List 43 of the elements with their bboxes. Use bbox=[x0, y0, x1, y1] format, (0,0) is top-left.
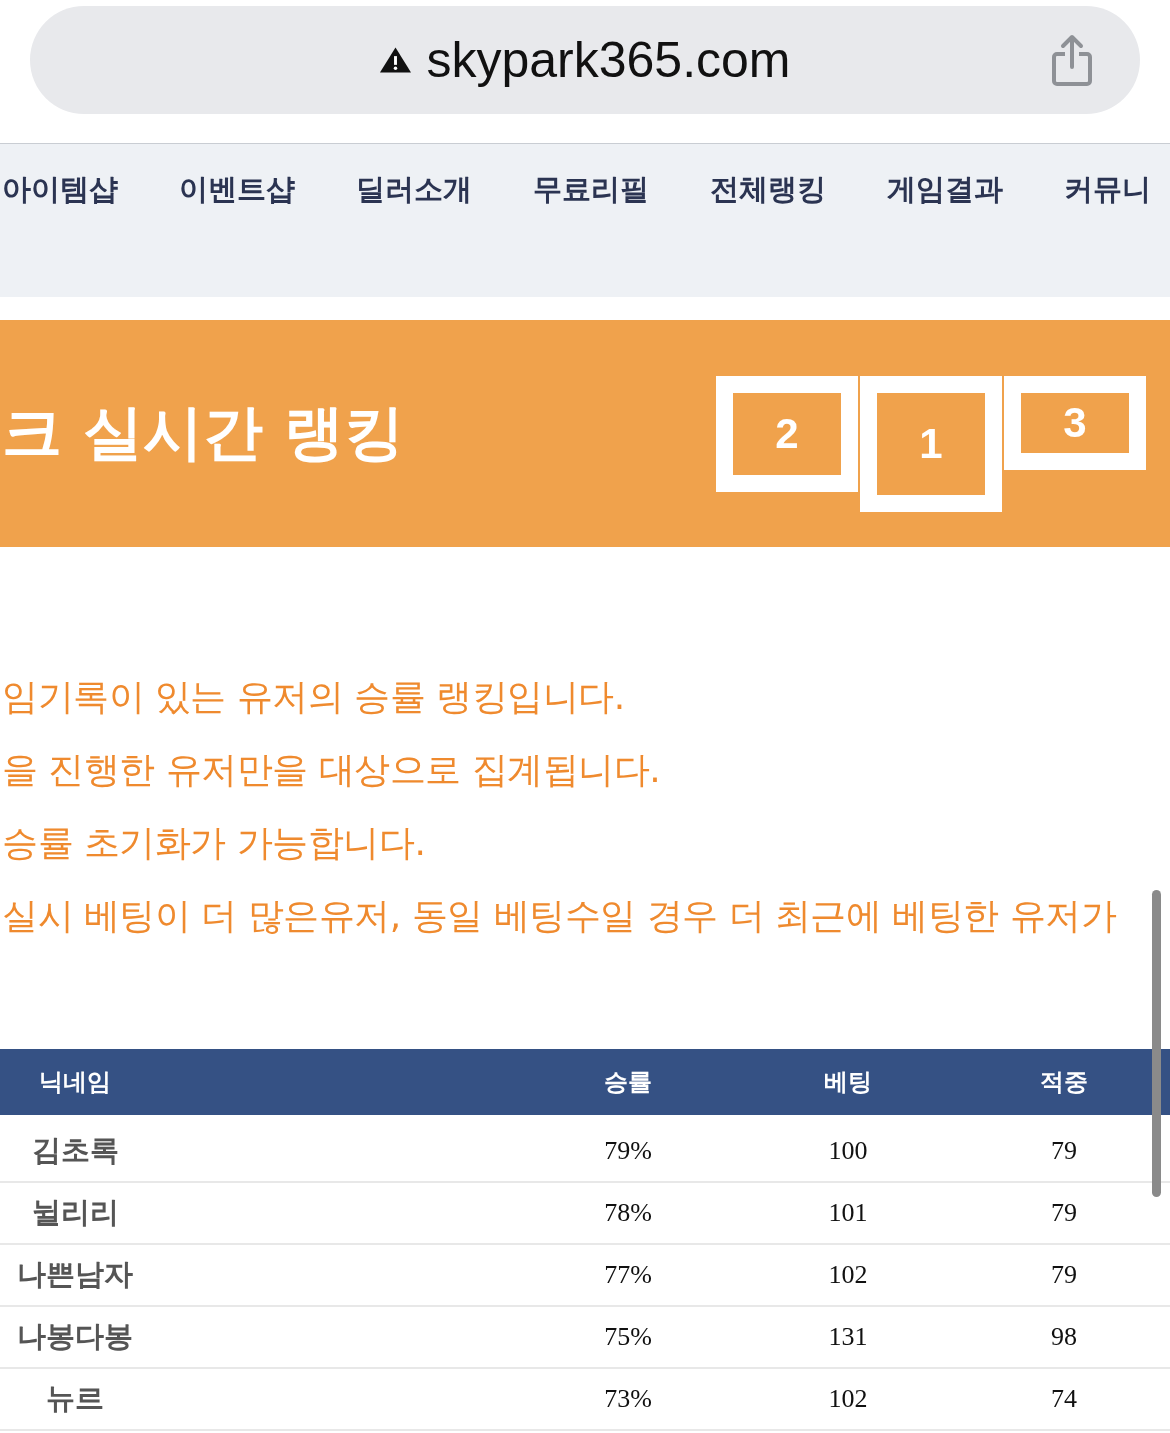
nickname: 뉴르 bbox=[45, 1380, 105, 1417]
nav-item[interactable]: 딜러소개 bbox=[356, 171, 472, 208]
win-rate: 73% bbox=[603, 1384, 653, 1414]
hit-count: 79 bbox=[1050, 1260, 1078, 1290]
hit-count: 79 bbox=[1050, 1198, 1078, 1228]
note-text: 승률 초기화가 가능합니다. bbox=[1, 821, 427, 865]
warning-icon bbox=[379, 46, 413, 74]
bet-count: 102 bbox=[827, 1260, 869, 1290]
address-bar[interactable]: skypark365.com bbox=[30, 6, 1140, 114]
win-rate: 78% bbox=[603, 1198, 653, 1228]
win-rate: 75% bbox=[603, 1322, 653, 1352]
bet-count: 131 bbox=[827, 1322, 869, 1352]
podium-block: 3 bbox=[1004, 376, 1146, 470]
nickname: 뉠리리 bbox=[30, 1194, 120, 1231]
banner-title: 크 실시간 랭킹 bbox=[1, 396, 404, 469]
nav-item[interactable]: 전체랭킹 bbox=[710, 171, 826, 208]
bet-count: 101 bbox=[827, 1198, 869, 1228]
column-header: 적중 bbox=[1039, 1067, 1089, 1098]
note-text: 임기록이 있는 유저의 승률 랭킹입니다. bbox=[1, 675, 626, 719]
podium-block: 2 bbox=[716, 376, 858, 492]
bet-count: 102 bbox=[827, 1384, 869, 1414]
win-rate: 77% bbox=[603, 1260, 653, 1290]
nickname: 나봉다봉 bbox=[16, 1318, 134, 1355]
nav-item[interactable]: 커뮤니 bbox=[1064, 171, 1151, 208]
column-header: 승률 bbox=[603, 1067, 653, 1098]
note-text: 실시 베팅이 더 많은유저, 동일 베팅수일 경우 더 최근에 베팅한 유저가 bbox=[1, 894, 1118, 938]
podium-block: 1 bbox=[860, 376, 1002, 512]
win-rate: 79% bbox=[603, 1136, 653, 1166]
nav-item[interactable]: 아이템샵 bbox=[2, 171, 118, 208]
nickname: 나쁜남자 bbox=[16, 1256, 134, 1293]
url-text: skypark365.com bbox=[426, 35, 791, 85]
column-header: 닉네임 bbox=[38, 1067, 112, 1098]
hit-count: 79 bbox=[1050, 1136, 1078, 1166]
hit-count: 98 bbox=[1050, 1322, 1078, 1352]
nav-item[interactable]: 게임결과 bbox=[887, 171, 1003, 208]
note-text: 을 진행한 유저만을 대상으로 집계됩니다. bbox=[1, 748, 662, 792]
nav-item[interactable]: 이벤트샵 bbox=[179, 171, 295, 208]
bet-count: 100 bbox=[827, 1136, 869, 1166]
nav-item[interactable]: 무료리필 bbox=[533, 171, 649, 208]
nickname: 김초록 bbox=[30, 1132, 120, 1169]
hit-count: 74 bbox=[1050, 1384, 1078, 1414]
column-header: 베팅 bbox=[823, 1067, 873, 1098]
share-icon[interactable] bbox=[1050, 33, 1094, 87]
